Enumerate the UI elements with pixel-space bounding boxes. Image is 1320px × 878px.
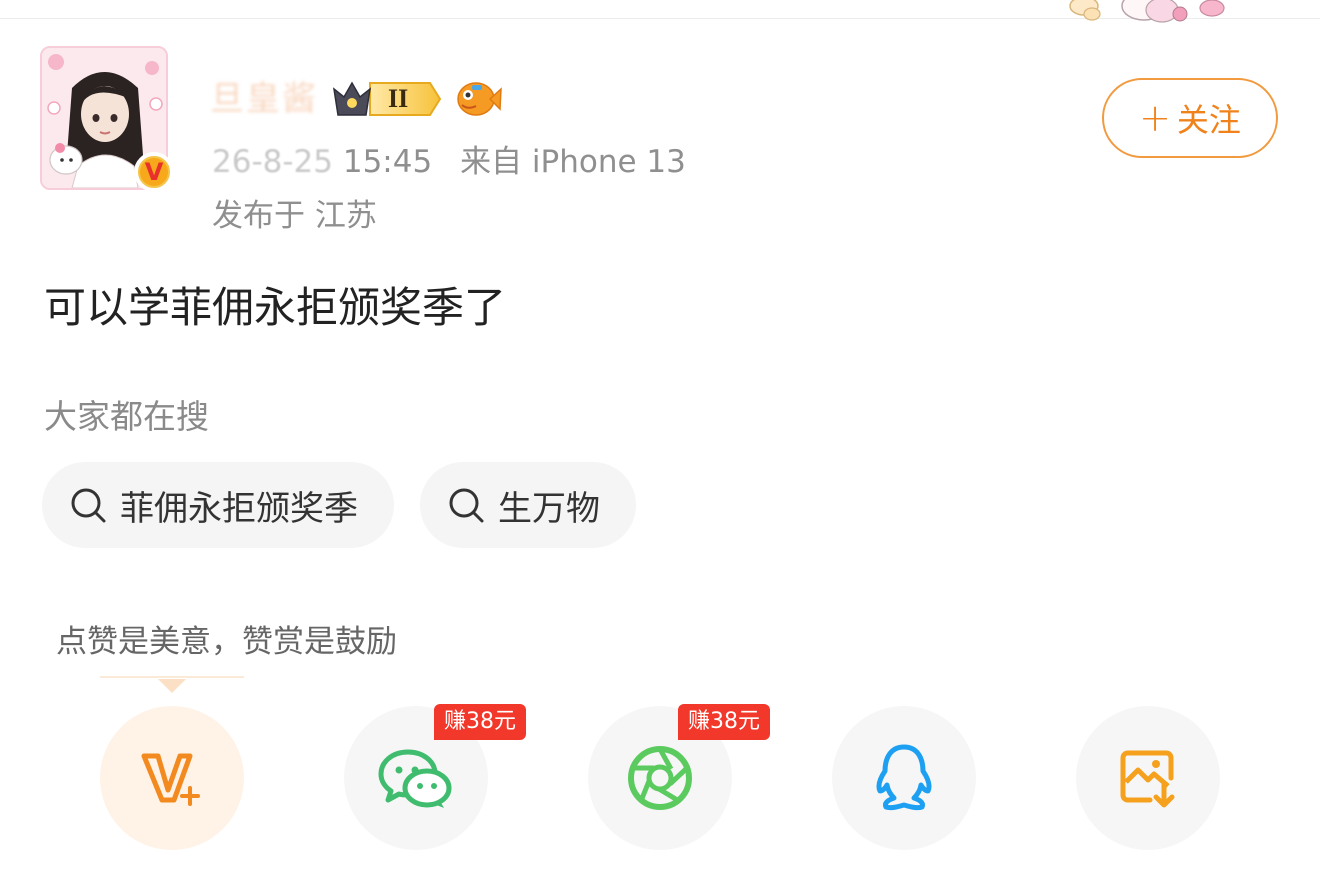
crown-icon <box>332 81 442 116</box>
wechat-icon <box>378 749 452 808</box>
follow-button[interactable]: + 关注 <box>1102 78 1278 158</box>
post-location: 发布于 江苏 <box>212 198 377 234</box>
verified-mark: V <box>144 158 164 186</box>
follow-label: 关注 <box>1176 101 1241 139</box>
post-meta: 26-8-25 15:45 来自 iPhone 13 <box>212 140 686 184</box>
search-icon <box>71 488 106 523</box>
plus-icon: + <box>1139 96 1171 140</box>
tip-pointer-icon <box>100 676 244 693</box>
trending-search-heading: 大家都在搜 <box>44 397 209 436</box>
search-icon <box>449 488 484 523</box>
verified-badge-icon: V <box>134 152 174 192</box>
reward-tip: 点赞是美意，赞赏是鼓励 <box>56 624 397 660</box>
share-qq-button[interactable] <box>832 706 976 850</box>
earn-badge: 赚38元 <box>678 704 770 740</box>
save-image-icon <box>1120 750 1175 808</box>
post-date: 26-8-25 <box>212 144 333 180</box>
save-image-button[interactable] <box>1076 706 1220 850</box>
search-chip[interactable]: 菲佣永拒颁奖季 <box>42 462 394 548</box>
vplus-icon <box>141 753 200 806</box>
member-level-badge[interactable]: II <box>330 77 442 121</box>
author-name[interactable]: 旦皇酱 <box>210 77 318 121</box>
post-time: 15:45 <box>342 144 433 180</box>
author-name-row: 旦皇酱 II <box>210 74 502 124</box>
qq-icon <box>876 744 932 811</box>
fish-badge-icon[interactable] <box>454 77 502 121</box>
vplus-reward-button[interactable] <box>100 706 244 850</box>
post-source: 来自 iPhone 13 <box>460 144 686 180</box>
decorative-sticker-icon <box>1069 0 1225 23</box>
post-detail-page: V 旦皇酱 II 26-8-25 15:45 来自 iPhone 13 发布于 … <box>0 0 1320 878</box>
moments-icon <box>628 746 692 810</box>
author-avatar[interactable]: V <box>40 46 174 192</box>
search-chip-label: 生万物 <box>498 488 600 529</box>
search-chip[interactable]: 生万物 <box>420 462 636 548</box>
member-level-text: II <box>388 84 409 113</box>
search-chip-label: 菲佣永拒颁奖季 <box>120 488 358 529</box>
trending-search-chips: 菲佣永拒颁奖季 生万物 <box>42 462 636 548</box>
share-options-row: 赚38元 赚38元 <box>100 704 1220 850</box>
post-body-text: 可以学菲佣永拒颁奖季了 <box>44 283 507 332</box>
earn-badge: 赚38元 <box>434 704 526 740</box>
